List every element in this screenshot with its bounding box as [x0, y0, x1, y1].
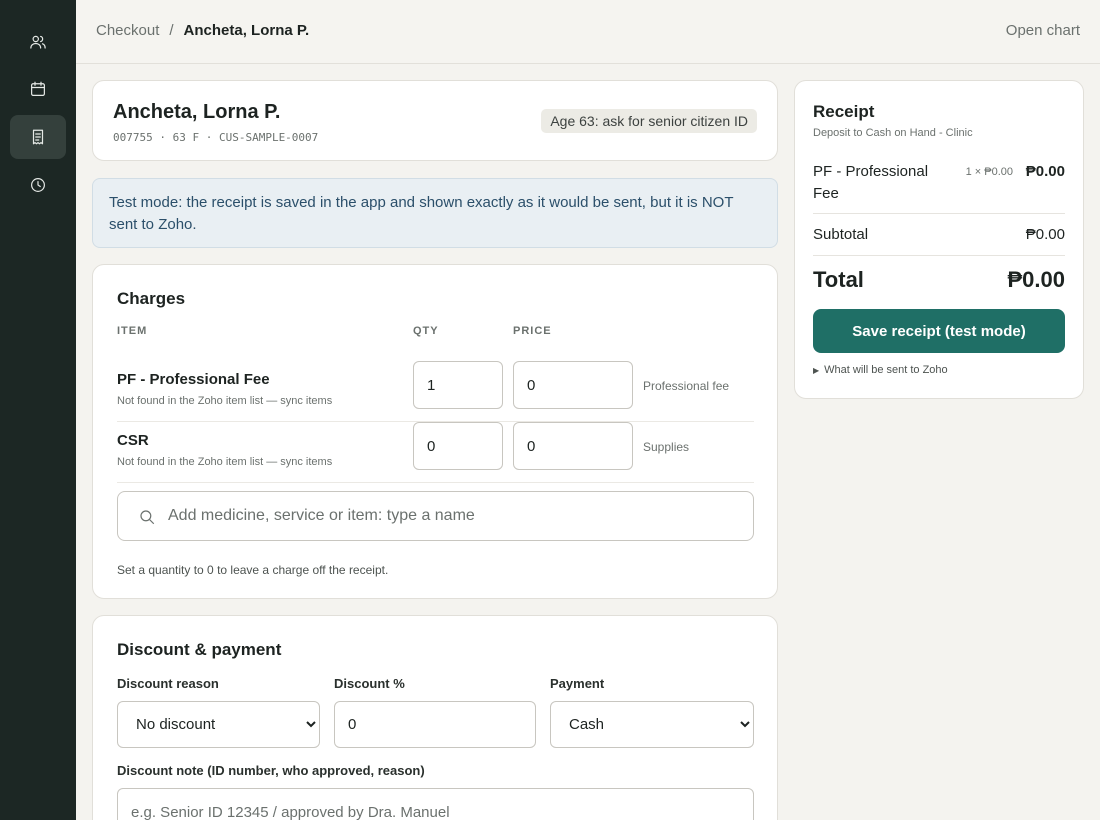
- charge-item-note[interactable]: Not found in the Zoho item list — sync i…: [117, 395, 332, 407]
- discount-title: Discount & payment: [117, 640, 282, 659]
- total-value: ₱0.00: [1007, 267, 1066, 292]
- add-item-search[interactable]: [117, 491, 754, 541]
- sidebar: [0, 0, 76, 820]
- column-header-item: ITEM: [117, 325, 148, 337]
- receipt-title: Receipt: [813, 102, 875, 121]
- receipt-subtitle: Deposit to Cash on Hand - Clinic: [813, 127, 973, 139]
- qty-input[interactable]: [413, 422, 503, 470]
- zoho-details-toggle[interactable]: ▶ What will be sent to Zoho: [813, 364, 948, 376]
- users-icon: [30, 35, 46, 49]
- receipt-item-amount: ₱0.00: [1025, 163, 1065, 180]
- add-item-input[interactable]: [168, 502, 738, 530]
- receipt-subtotal: Subtotal ₱0.00: [813, 226, 1065, 256]
- receipt-total: Total ₱0.00: [813, 267, 1065, 299]
- total-label: Total: [813, 267, 864, 292]
- payment-select[interactable]: Cash: [550, 701, 754, 748]
- open-chart-link[interactable]: Open chart: [1006, 22, 1080, 39]
- column-header-qty: QTY: [413, 325, 439, 337]
- discount-reason-select[interactable]: No discount: [117, 701, 320, 748]
- receipt-icon: [32, 129, 44, 145]
- payment-label: Payment: [550, 676, 605, 691]
- clock-icon: [31, 178, 45, 192]
- search-icon: [140, 510, 155, 525]
- patient-card: Ancheta, Lorna P. 007755 · 63 F · CUS-SA…: [92, 80, 778, 161]
- discount-reason-label: Discount reason: [117, 676, 219, 691]
- top-bar: Checkout / Ancheta, Lorna P. Open chart: [76, 0, 1100, 64]
- discount-percent-input[interactable]: [334, 701, 536, 748]
- charge-item-kind: Professional fee: [643, 379, 730, 393]
- discount-payment-card: Discount & payment Discount reason Disco…: [92, 615, 778, 820]
- price-input[interactable]: [513, 422, 633, 470]
- discount-note-label: Discount note (ID number, who approved, …: [117, 763, 425, 778]
- receipt-card: Receipt Deposit to Cash on Hand - Clinic…: [794, 80, 1084, 399]
- senior-id-badge: Age 63: ask for senior citizen ID: [541, 109, 757, 133]
- price-input[interactable]: [513, 361, 633, 409]
- breadcrumb: Checkout / Ancheta, Lorna P.: [96, 22, 309, 39]
- charge-item-name: CSR: [117, 432, 149, 449]
- charge-item-name: PF - Professional Fee: [117, 371, 270, 388]
- discount-percent-label: Discount %: [334, 676, 405, 691]
- patient-name: Ancheta, Lorna P.: [113, 101, 281, 123]
- test-mode-banner: Test mode: the receipt is saved in the a…: [92, 178, 778, 248]
- breadcrumb-checkout[interactable]: Checkout: [96, 22, 159, 39]
- nav-history[interactable]: [10, 163, 66, 207]
- quantity-hint: Set a quantity to 0 to leave a charge of…: [117, 563, 389, 577]
- triangle-right-icon: ▶: [813, 366, 820, 375]
- nav-patients[interactable]: [10, 20, 66, 64]
- breadcrumb-separator: /: [169, 22, 174, 39]
- charges-card: Charges ITEM QTY PRICE PF - Professional…: [92, 264, 778, 599]
- nav-checkout[interactable]: [10, 115, 66, 159]
- save-receipt-button[interactable]: Save receipt (test mode): [813, 309, 1065, 353]
- breadcrumb-current: Ancheta, Lorna P.: [183, 22, 310, 39]
- charge-item-note[interactable]: Not found in the Zoho item list — sync i…: [117, 456, 332, 468]
- nav-calendar[interactable]: [10, 67, 66, 111]
- column-header-price: PRICE: [513, 325, 552, 337]
- qty-input[interactable]: [413, 361, 503, 409]
- subtotal-value: ₱0.00: [1025, 226, 1065, 243]
- patient-meta: 007755 · 63 F · CUS-SAMPLE-0007: [113, 131, 319, 144]
- charge-item-kind: Supplies: [643, 440, 690, 454]
- receipt-line-item: PF - Professional Fee 1 × ₱0.00 ₱0.00: [813, 161, 1065, 214]
- receipt-item-qty: 1 × ₱0.00: [965, 166, 1013, 178]
- discount-note-input[interactable]: [117, 788, 754, 820]
- charges-title: Charges: [117, 289, 186, 308]
- calendar-icon: [31, 81, 45, 96]
- zoho-details-label: What will be sent to Zoho: [824, 364, 948, 376]
- subtotal-label: Subtotal: [813, 226, 869, 243]
- receipt-item-name: PF - Professional Fee: [813, 163, 929, 202]
- charge-row: PF - Professional Fee Not found in the Z…: [117, 361, 754, 422]
- charge-row: CSR Not found in the Zoho item list — sy…: [117, 422, 754, 483]
